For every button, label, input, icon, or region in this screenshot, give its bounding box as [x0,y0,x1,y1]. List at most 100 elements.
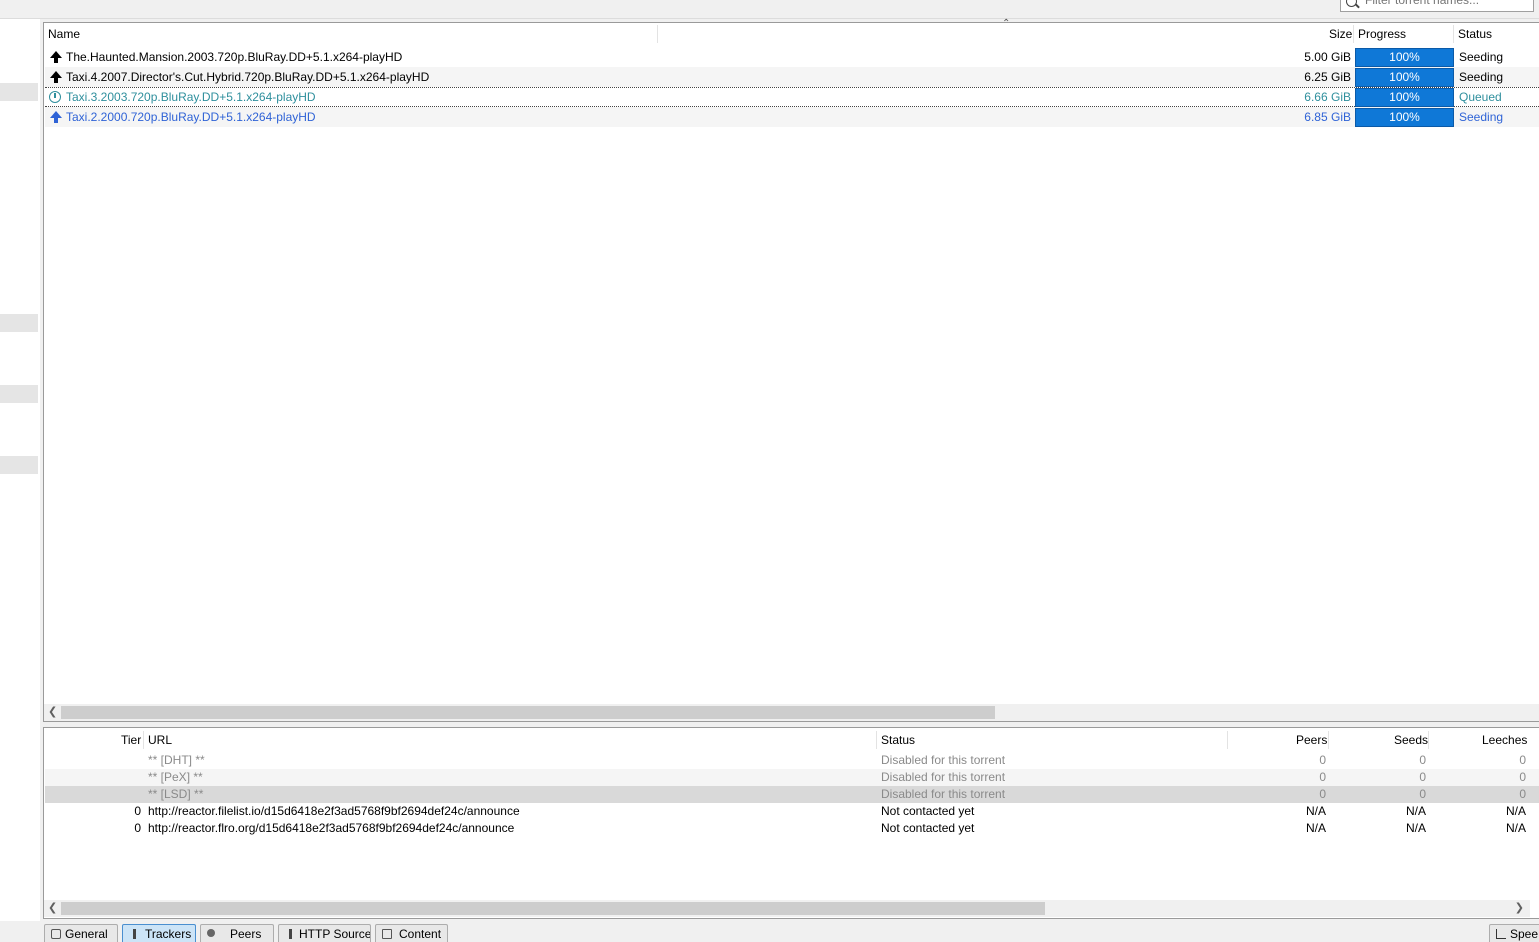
tracker-seeds: N/A [1405,821,1426,835]
sort-indicator-icon: ⌃ [1002,18,1011,29]
general-icon [51,929,61,939]
tracker-tier: 0 [134,821,141,835]
torrent-name: The.Haunted.Mansion.2003.720p.BluRay.DD+… [66,50,403,64]
torrent-row[interactable]: The.Haunted.Mansion.2003.720p.BluRay.DD+… [45,47,1539,67]
tab-peers[interactable]: Peers [200,924,274,942]
tracker-status: Not contacted yet [881,804,975,818]
tab-general[interactable]: General [44,924,118,942]
column-separator[interactable] [1227,731,1228,749]
clock-icon [48,90,62,104]
column-separator[interactable] [657,25,658,43]
filter-torrent-box[interactable] [1340,0,1534,12]
torrent-name: Taxi.3.2003.720p.BluRay.DD+5.1.x264-play… [66,90,316,104]
progress-bar: 100% [1355,88,1454,107]
column-header-url[interactable]: URL [148,728,172,752]
column-separator[interactable] [876,731,877,749]
progress-bar: 100% [1355,48,1454,67]
tracker-url: http://reactor.flro.org/d15d6418e2f3ad57… [148,821,515,835]
tracker-peers: 0 [1319,753,1326,767]
tracker-leeches: N/A [1505,821,1526,835]
torrent-name: Taxi.2.2000.720p.BluRay.DD+5.1.x264-play… [66,110,316,124]
tracker-row[interactable]: ** [PeX] ** Disabled for this torrent 0 … [45,769,1539,786]
properties-tab-bar: General Trackers Peers HTTP Sources Cont… [0,921,1539,942]
column-separator[interactable] [1453,25,1454,43]
scrollbar-thumb[interactable] [61,902,1045,915]
column-header-name[interactable]: Name [48,23,80,45]
tracker-status: Disabled for this torrent [881,753,1006,767]
torrent-size: 6.25 GiB [1304,70,1351,84]
tab-label: Content [399,927,442,941]
column-header-status[interactable]: Status [1458,23,1492,45]
scrollbar-thumb[interactable] [61,706,995,719]
torrent-row[interactable]: Taxi.3.2003.720p.BluRay.DD+5.1.x264-play… [45,87,1539,107]
tab-label: Spee [1510,927,1539,941]
tracker-seeds: 0 [1419,770,1426,784]
content-folder-icon [382,929,392,939]
tab-label: Trackers [145,927,192,941]
speed-tab-button[interactable]: Spee [1489,924,1539,942]
tab-http-sources[interactable]: HTTP Sources [278,924,371,942]
torrent-status: Seeding [1459,50,1504,64]
trackers-table: Tier URL Status Peers Seeds Leeches ** [… [43,727,1539,919]
tracker-status: Not contacted yet [881,821,975,835]
upload-arrow-icon [48,50,62,64]
scroll-left-icon[interactable]: ❮ [48,706,57,719]
tracker-status: Disabled for this torrent [881,787,1006,801]
sidebar-item[interactable] [0,456,38,474]
sidebar-item[interactable] [0,314,38,332]
tracker-row[interactable]: 0 http://reactor.filelist.io/d15d6418e2f… [45,803,1539,820]
tab-label: General [65,927,108,941]
upload-arrow-icon [48,110,62,124]
tracker-row[interactable]: ** [LSD] ** Disabled for this torrent 0 … [45,786,1539,803]
search-icon [1346,0,1357,7]
tracker-url: ** [PeX] ** [148,770,203,784]
speed-chart-icon [1496,929,1506,939]
tracker-leeches: 0 [1519,753,1526,767]
column-separator[interactable] [1353,25,1354,43]
peers-icon [207,929,215,937]
top-toolbar [0,0,1539,19]
tab-content[interactable]: Content [375,924,448,942]
tracker-row[interactable]: ** [DHT] ** Disabled for this torrent 0 … [45,752,1539,769]
tracker-url: ** [DHT] ** [148,753,205,767]
upload-arrow-icon [48,70,62,84]
tracker-status: Disabled for this torrent [881,770,1006,784]
tracker-peers: N/A [1305,804,1326,818]
column-separator[interactable] [1428,731,1429,749]
torrent-size: 5.00 GiB [1304,50,1351,64]
horizontal-scrollbar[interactable]: ❮ ❯ [44,900,1530,917]
tracker-seeds: N/A [1405,804,1426,818]
column-separator[interactable] [143,731,144,749]
column-header-seeds[interactable]: Seeds [1394,728,1428,752]
column-header-status[interactable]: Status [881,728,915,752]
status-sidebar [0,19,40,941]
torrent-name: Taxi.4.2007.Director's.Cut.Hybrid.720p.B… [66,70,430,84]
sidebar-item[interactable] [0,83,38,101]
tab-label: Peers [230,927,262,941]
torrent-size: 6.85 GiB [1304,110,1351,124]
column-header-tier[interactable]: Tier [121,728,141,752]
scroll-left-icon[interactable]: ❮ [48,902,57,915]
column-header-progress[interactable]: Progress [1358,23,1406,45]
tracker-peers: N/A [1305,821,1326,835]
tracker-seeds: 0 [1419,787,1426,801]
column-header-peers[interactable]: Peers [1296,728,1327,752]
column-header-leeches[interactable]: Leeches [1482,728,1527,752]
tracker-leeches: 0 [1519,787,1526,801]
torrent-row[interactable]: Taxi.2.2000.720p.BluRay.DD+5.1.x264-play… [45,107,1539,127]
sidebar-item[interactable] [0,385,38,403]
column-separator[interactable] [1328,731,1329,749]
scroll-right-icon[interactable]: ❯ [1515,902,1524,915]
filter-torrent-input[interactable] [1363,0,1527,8]
tab-label: HTTP Sources [299,927,371,941]
torrent-status: Seeding [1459,110,1504,124]
tracker-seeds: 0 [1419,753,1426,767]
horizontal-scrollbar[interactable]: ❮ [44,704,1539,721]
tracker-url: http://reactor.filelist.io/d15d6418e2f3a… [148,804,520,818]
tab-trackers[interactable]: Trackers [122,924,196,942]
torrent-row[interactable]: Taxi.4.2007.Director's.Cut.Hybrid.720p.B… [45,67,1539,87]
torrent-list: Name Size Progress Status The.Haunted.Ma… [43,22,1539,722]
tracker-row[interactable]: 0 http://reactor.flro.org/d15d6418e2f3ad… [45,820,1539,837]
column-header-size[interactable]: Size [1329,23,1352,45]
progress-bar: 100% [1355,108,1454,127]
